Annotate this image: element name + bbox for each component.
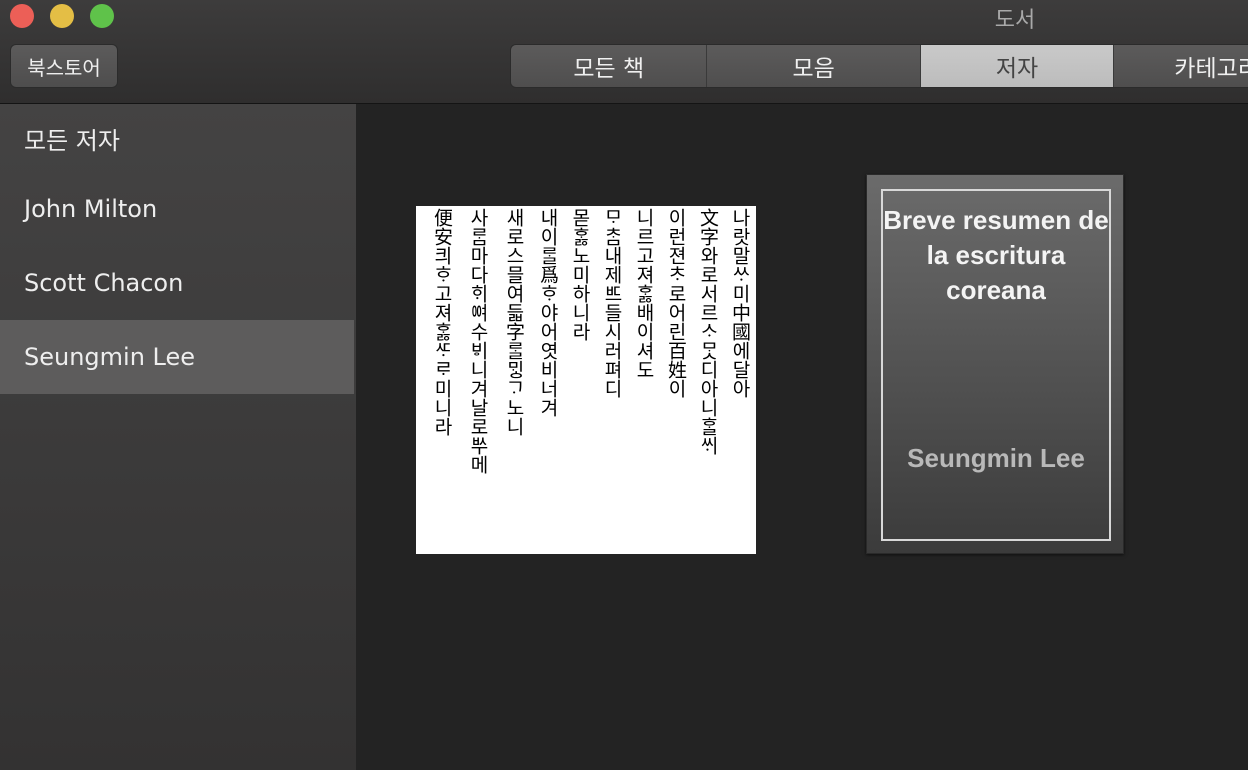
sidebar-item-seungmin-lee[interactable]: Seungmin Lee [0,320,354,394]
minimize-window-button[interactable] [50,4,74,28]
cover-text-column: ᄆᆞᄎᆞᆷ내제ᄠᅳ들시러펴디 [601,208,623,398]
cover-text-column: 이런젼ᄎᆞ로어린百姓이 [665,208,687,398]
sidebar-item-scott-chacon[interactable]: Scott Chacon [0,246,354,320]
toolbar: 도서 북스토어 모든 책 모음 저자 카테고리 [0,0,1248,104]
cover-text-column: 내이ᄅᆞᆯ爲ᄒᆞ야어엿비너겨 [537,208,559,417]
cover-text-column: 사ᄅᆞᆷ마다ᄒᆡᅇᅧ수ᄫᅵ니겨날로ᄡᅮ메 [467,208,489,474]
close-window-button[interactable] [10,4,34,28]
tab-categories[interactable]: 카테고리 [1114,45,1248,87]
cover-text-column: 니르고져ᄒᆞᇙ배이셔도 [633,208,655,379]
book-author: Seungmin Lee [907,443,1085,473]
tab-authors[interactable]: 저자 [920,45,1115,87]
sidebar-item-john-milton[interactable]: John Milton [0,172,354,246]
window-title: 도서 [994,8,1036,33]
cover-text-column: 文字와로서르ᄉᆞᄆᆞᆺ디아니ᄒᆞᆯᄊᆡ [697,208,719,455]
cover-text-column: 새로스믈여듧字ᄅᆞᆯᄆᆡᇰᄀᆞ노니 [503,208,525,436]
book-cover-hangul-text[interactable]: 나랏말ᄊᆞ미中國에달아 文字와로서르ᄉᆞᄆᆞᆺ디아니ᄒᆞᆯᄊᆡ 이런젼ᄎᆞ로어린… [416,206,756,554]
book-store-button[interactable]: 북스토어 [10,44,118,88]
sidebar-item-all-authors[interactable]: 모든 저자 [0,104,354,172]
book-cover-breve-resumen[interactable]: Breve resumen de la escritura coreana Se… [866,174,1124,554]
tab-collections[interactable]: 모음 [707,45,921,87]
cover-text-column: 便安킈ᄒᆞ고져ᄒᆞᇙᄯᆞᄅᆞ미니라 [431,208,453,436]
tab-all-books[interactable]: 모든 책 [511,45,708,87]
cover-text-column: 몯ᄒᆞᇙ노미하니라 [569,208,591,341]
zoom-window-button[interactable] [90,4,114,28]
library-view-segmented-control: 모든 책 모음 저자 카테고리 [510,44,1248,88]
cover-frame: Breve resumen de la escritura coreana Se… [881,189,1111,541]
cover-text-column: 나랏말ᄊᆞ미中國에달아 [729,208,751,398]
authors-sidebar: 모든 저자 John Milton Scott Chacon Seungmin … [0,104,356,770]
book-grid: 나랏말ᄊᆞ미中國에달아 文字와로서르ᄉᆞᄆᆞᆺ디아니ᄒᆞᆯᄊᆡ 이런젼ᄎᆞ로어린… [356,104,1248,770]
book-title: Breve resumen de la escritura coreana [883,205,1109,305]
